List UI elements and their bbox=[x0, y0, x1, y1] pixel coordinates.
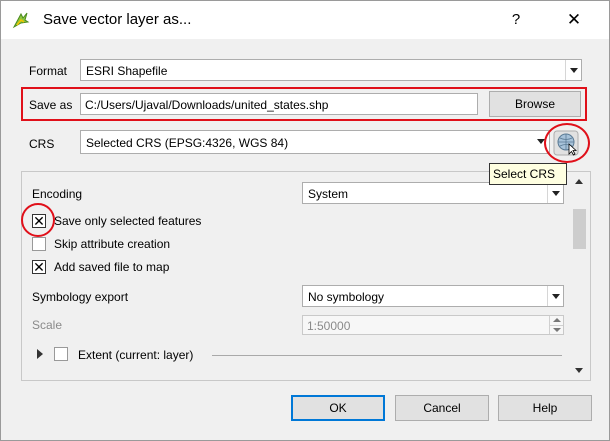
chevron-down-icon bbox=[547, 183, 563, 203]
checkbox-highlight bbox=[21, 203, 55, 237]
help-button[interactable]: Help bbox=[498, 395, 592, 421]
crs-combo[interactable]: Selected CRS (EPSG:4326, WGS 84) bbox=[80, 130, 550, 154]
add-saved-file-checkbox[interactable]: ✕ bbox=[32, 259, 46, 275]
format-label: Format bbox=[29, 64, 68, 78]
checkmark-x-icon: ✕ bbox=[33, 259, 45, 275]
scroll-up-icon[interactable] bbox=[571, 173, 588, 190]
scroll-down-icon[interactable] bbox=[571, 362, 588, 379]
spin-down-icon bbox=[549, 325, 563, 334]
browse-button[interactable]: Browse bbox=[489, 91, 581, 117]
skip-attribute-label: Skip attribute creation bbox=[54, 237, 171, 251]
extent-divider bbox=[212, 355, 562, 356]
chevron-down-icon bbox=[565, 60, 581, 80]
save-as-path-value: C:/Users/Ujaval/Downloads/united_states.… bbox=[85, 98, 329, 112]
add-saved-file-label: Add saved file to map bbox=[54, 260, 170, 274]
scroll-thumb[interactable] bbox=[573, 209, 586, 249]
format-value: ESRI Shapefile bbox=[86, 64, 168, 78]
crs-label: CRS bbox=[29, 137, 55, 151]
save-vector-layer-dialog: Save vector layer as... ? ✕ Format ESRI … bbox=[0, 0, 610, 441]
options-scrollbar[interactable] bbox=[571, 173, 588, 379]
format-combo[interactable]: ESRI Shapefile bbox=[80, 59, 582, 81]
title-bar: Save vector layer as... ? ✕ bbox=[1, 1, 609, 39]
expand-triangle-icon[interactable] bbox=[36, 349, 44, 359]
select-crs-tooltip: Select CRS bbox=[489, 163, 567, 185]
save-as-label: Save as bbox=[29, 98, 73, 112]
select-crs-globe-icon[interactable] bbox=[553, 130, 579, 156]
encoding-value: System bbox=[308, 187, 349, 201]
options-panel: Encoding System ✕ Save only selected fea… bbox=[21, 171, 591, 381]
scale-label: Scale bbox=[32, 318, 63, 332]
symbology-export-value: No symbology bbox=[308, 290, 385, 304]
qgis-logo-icon bbox=[12, 12, 30, 29]
symbology-export-combo[interactable]: No symbology bbox=[302, 285, 564, 307]
close-button[interactable]: ✕ bbox=[559, 9, 589, 31]
encoding-combo[interactable]: System bbox=[302, 182, 564, 204]
help-title-button[interactable]: ? bbox=[501, 9, 531, 31]
window-title: Save vector layer as... bbox=[43, 11, 192, 28]
scale-value: 1:50000 bbox=[307, 319, 351, 333]
crs-value: Selected CRS (EPSG:4326, WGS 84) bbox=[86, 136, 289, 150]
extent-checkbox[interactable] bbox=[54, 347, 68, 361]
save-selected-label: Save only selected features bbox=[54, 214, 202, 228]
chevron-down-icon bbox=[547, 286, 563, 306]
skip-attribute-checkbox[interactable] bbox=[32, 237, 46, 251]
ok-button[interactable]: OK bbox=[291, 395, 385, 421]
encoding-label: Encoding bbox=[32, 187, 83, 201]
scale-spinbox: 1:50000 bbox=[302, 315, 564, 335]
extent-label: Extent (current: layer) bbox=[78, 348, 194, 362]
cancel-button[interactable]: Cancel bbox=[395, 395, 489, 421]
spin-up-icon bbox=[549, 316, 563, 325]
save-as-path-input[interactable]: C:/Users/Ujaval/Downloads/united_states.… bbox=[80, 93, 478, 115]
symbology-export-label: Symbology export bbox=[32, 290, 129, 304]
